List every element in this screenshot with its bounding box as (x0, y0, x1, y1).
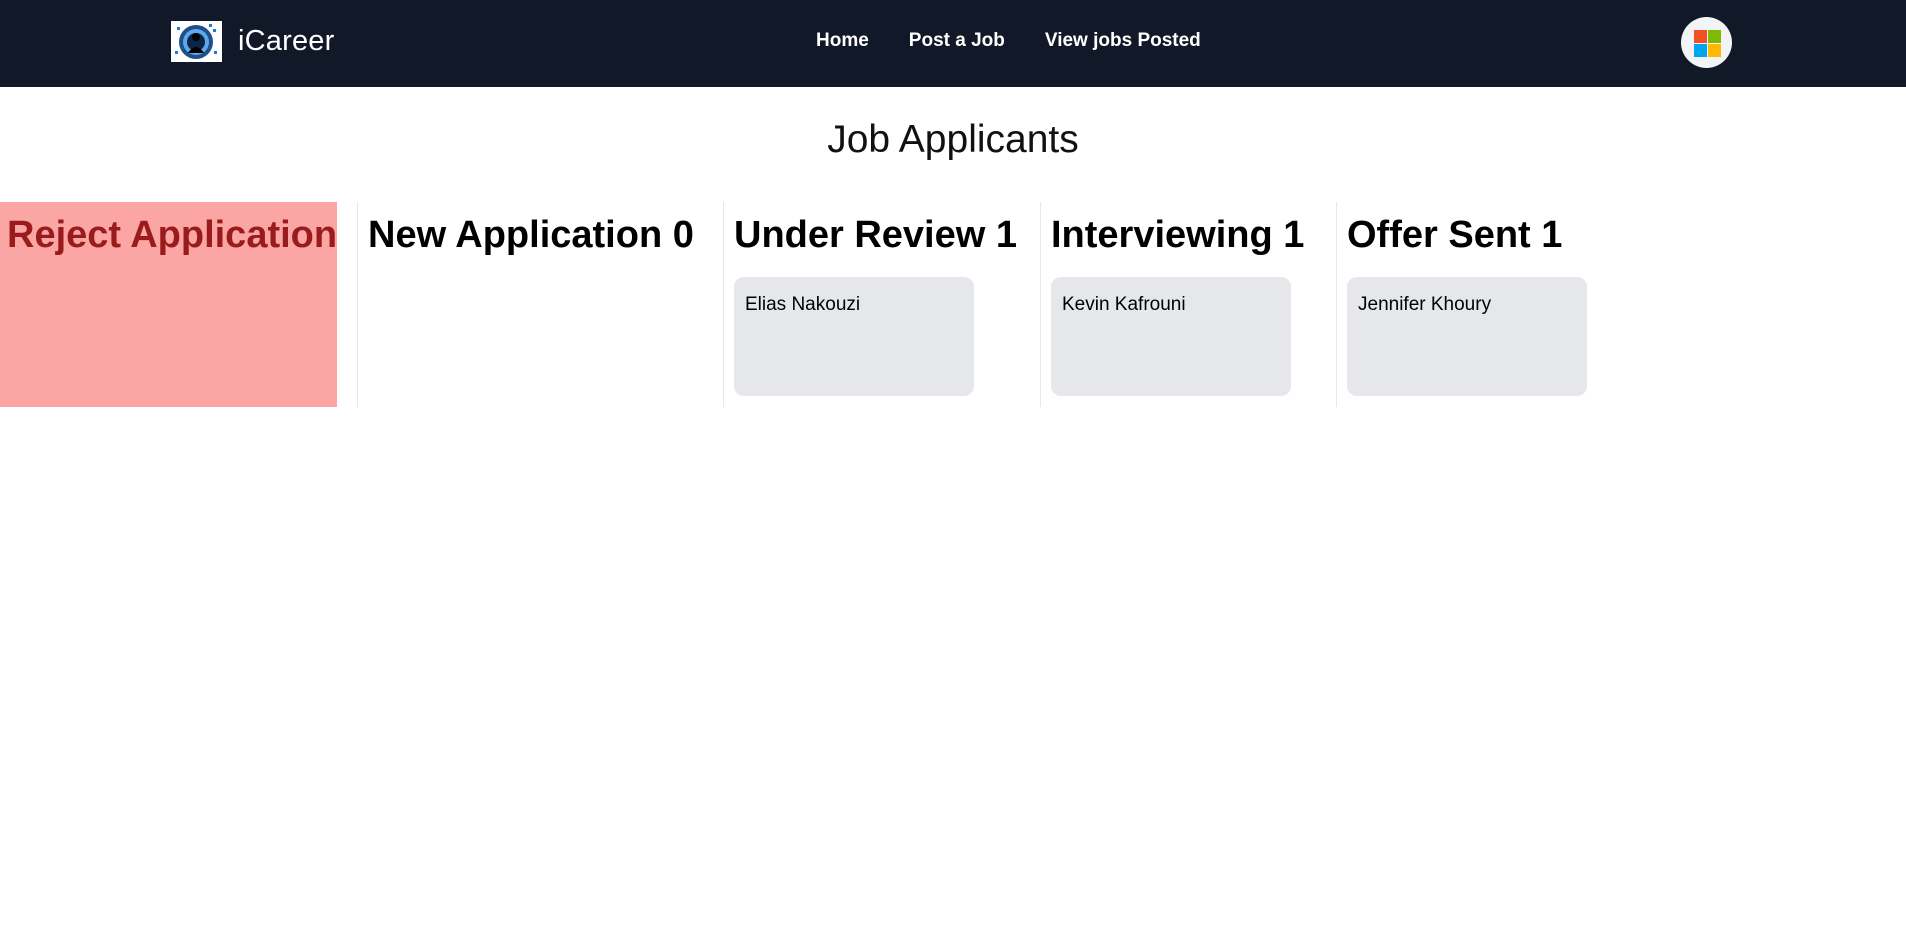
nav-link-post-a-job[interactable]: Post a Job (909, 30, 1005, 52)
top-navbar: iCareer Home Post a Job View jobs Posted (0, 0, 1906, 87)
column-divider (1040, 202, 1041, 407)
account-avatar-button[interactable] (1681, 17, 1732, 68)
column-divider (357, 202, 358, 407)
applicant-card[interactable]: Kevin Kafrouni (1051, 277, 1291, 396)
page-title: Job Applicants (827, 118, 1079, 161)
column-title: Offer Sent 1 (1347, 214, 1563, 256)
applicant-name: Jennifer Khoury (1358, 294, 1492, 315)
column-title: Interviewing 1 (1051, 214, 1305, 256)
nav-links: Home Post a Job View jobs Posted (816, 30, 1201, 52)
brand-home-link[interactable]: iCareer (171, 21, 335, 62)
column-divider (723, 202, 724, 407)
brand-name: iCareer (238, 25, 335, 57)
applicant-name: Kevin Kafrouni (1062, 294, 1186, 315)
microsoft-logo-icon (1694, 30, 1721, 57)
applicant-name: Elias Nakouzi (745, 294, 861, 315)
reject-application-dropzone[interactable]: Reject Application (0, 202, 337, 407)
applicant-card[interactable]: Elias Nakouzi (734, 277, 974, 396)
column-title: Under Review 1 (734, 214, 1017, 256)
nav-link-home[interactable]: Home (816, 30, 869, 52)
reject-application-label: Reject Application (7, 214, 338, 256)
nav-link-view-jobs-posted[interactable]: View jobs Posted (1045, 30, 1201, 52)
icareer-logo-icon (171, 21, 222, 62)
column-divider (1336, 202, 1337, 407)
applicant-card[interactable]: Jennifer Khoury (1347, 277, 1587, 396)
column-title: New Application 0 (368, 214, 694, 256)
